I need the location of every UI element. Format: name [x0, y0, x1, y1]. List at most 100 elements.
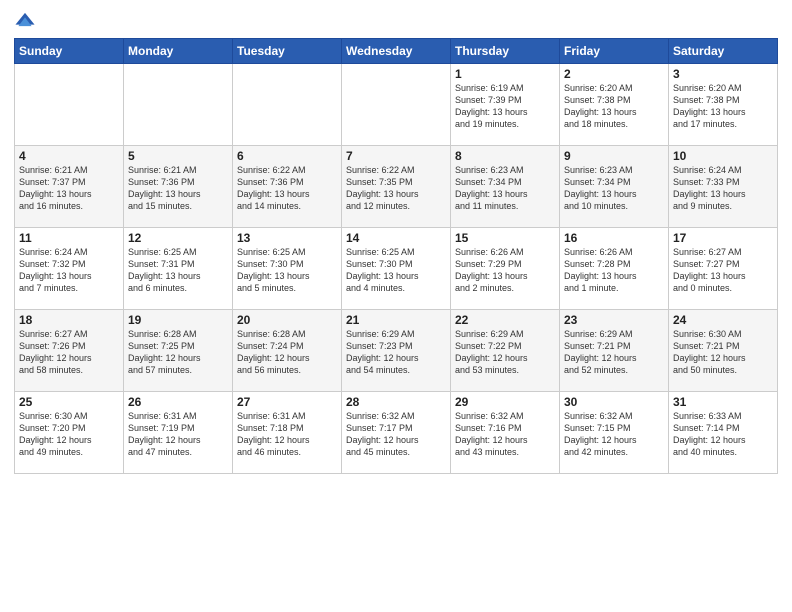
weekday-header-tuesday: Tuesday — [233, 39, 342, 64]
day-cell: 27Sunrise: 6:31 AM Sunset: 7:18 PM Dayli… — [233, 392, 342, 474]
day-cell — [233, 64, 342, 146]
week-row-3: 11Sunrise: 6:24 AM Sunset: 7:32 PM Dayli… — [15, 228, 778, 310]
day-cell: 3Sunrise: 6:20 AM Sunset: 7:38 PM Daylig… — [669, 64, 778, 146]
day-number: 9 — [564, 149, 664, 163]
day-cell: 25Sunrise: 6:30 AM Sunset: 7:20 PM Dayli… — [15, 392, 124, 474]
day-info: Sunrise: 6:24 AM Sunset: 7:32 PM Dayligh… — [19, 246, 119, 295]
day-info: Sunrise: 6:23 AM Sunset: 7:34 PM Dayligh… — [455, 164, 555, 213]
day-info: Sunrise: 6:29 AM Sunset: 7:21 PM Dayligh… — [564, 328, 664, 377]
day-number: 12 — [128, 231, 228, 245]
day-info: Sunrise: 6:22 AM Sunset: 7:36 PM Dayligh… — [237, 164, 337, 213]
day-info: Sunrise: 6:29 AM Sunset: 7:23 PM Dayligh… — [346, 328, 446, 377]
day-number: 8 — [455, 149, 555, 163]
day-cell: 24Sunrise: 6:30 AM Sunset: 7:21 PM Dayli… — [669, 310, 778, 392]
day-number: 23 — [564, 313, 664, 327]
day-number: 24 — [673, 313, 773, 327]
day-info: Sunrise: 6:32 AM Sunset: 7:17 PM Dayligh… — [346, 410, 446, 459]
calendar-table: SundayMondayTuesdayWednesdayThursdayFrid… — [14, 38, 778, 474]
day-cell: 1Sunrise: 6:19 AM Sunset: 7:39 PM Daylig… — [451, 64, 560, 146]
day-number: 5 — [128, 149, 228, 163]
day-info: Sunrise: 6:26 AM Sunset: 7:29 PM Dayligh… — [455, 246, 555, 295]
day-cell: 16Sunrise: 6:26 AM Sunset: 7:28 PM Dayli… — [560, 228, 669, 310]
day-cell: 18Sunrise: 6:27 AM Sunset: 7:26 PM Dayli… — [15, 310, 124, 392]
day-info: Sunrise: 6:27 AM Sunset: 7:26 PM Dayligh… — [19, 328, 119, 377]
day-number: 29 — [455, 395, 555, 409]
day-info: Sunrise: 6:21 AM Sunset: 7:37 PM Dayligh… — [19, 164, 119, 213]
day-number: 17 — [673, 231, 773, 245]
day-info: Sunrise: 6:30 AM Sunset: 7:20 PM Dayligh… — [19, 410, 119, 459]
day-cell: 15Sunrise: 6:26 AM Sunset: 7:29 PM Dayli… — [451, 228, 560, 310]
day-info: Sunrise: 6:21 AM Sunset: 7:36 PM Dayligh… — [128, 164, 228, 213]
day-cell: 7Sunrise: 6:22 AM Sunset: 7:35 PM Daylig… — [342, 146, 451, 228]
day-number: 7 — [346, 149, 446, 163]
day-cell: 10Sunrise: 6:24 AM Sunset: 7:33 PM Dayli… — [669, 146, 778, 228]
week-row-1: 1Sunrise: 6:19 AM Sunset: 7:39 PM Daylig… — [15, 64, 778, 146]
day-number: 10 — [673, 149, 773, 163]
day-info: Sunrise: 6:19 AM Sunset: 7:39 PM Dayligh… — [455, 82, 555, 131]
day-number: 30 — [564, 395, 664, 409]
day-cell: 22Sunrise: 6:29 AM Sunset: 7:22 PM Dayli… — [451, 310, 560, 392]
day-number: 4 — [19, 149, 119, 163]
day-cell: 12Sunrise: 6:25 AM Sunset: 7:31 PM Dayli… — [124, 228, 233, 310]
day-number: 15 — [455, 231, 555, 245]
day-number: 31 — [673, 395, 773, 409]
day-info: Sunrise: 6:20 AM Sunset: 7:38 PM Dayligh… — [673, 82, 773, 131]
day-cell: 2Sunrise: 6:20 AM Sunset: 7:38 PM Daylig… — [560, 64, 669, 146]
day-info: Sunrise: 6:24 AM Sunset: 7:33 PM Dayligh… — [673, 164, 773, 213]
day-info: Sunrise: 6:28 AM Sunset: 7:25 PM Dayligh… — [128, 328, 228, 377]
day-info: Sunrise: 6:23 AM Sunset: 7:34 PM Dayligh… — [564, 164, 664, 213]
day-cell: 17Sunrise: 6:27 AM Sunset: 7:27 PM Dayli… — [669, 228, 778, 310]
day-info: Sunrise: 6:33 AM Sunset: 7:14 PM Dayligh… — [673, 410, 773, 459]
top-area — [14, 10, 778, 32]
day-cell: 21Sunrise: 6:29 AM Sunset: 7:23 PM Dayli… — [342, 310, 451, 392]
day-info: Sunrise: 6:26 AM Sunset: 7:28 PM Dayligh… — [564, 246, 664, 295]
day-cell — [124, 64, 233, 146]
day-cell: 4Sunrise: 6:21 AM Sunset: 7:37 PM Daylig… — [15, 146, 124, 228]
day-cell — [15, 64, 124, 146]
weekday-header-monday: Monday — [124, 39, 233, 64]
day-number: 3 — [673, 67, 773, 81]
day-cell: 19Sunrise: 6:28 AM Sunset: 7:25 PM Dayli… — [124, 310, 233, 392]
day-info: Sunrise: 6:25 AM Sunset: 7:30 PM Dayligh… — [237, 246, 337, 295]
day-info: Sunrise: 6:22 AM Sunset: 7:35 PM Dayligh… — [346, 164, 446, 213]
day-info: Sunrise: 6:29 AM Sunset: 7:22 PM Dayligh… — [455, 328, 555, 377]
week-row-5: 25Sunrise: 6:30 AM Sunset: 7:20 PM Dayli… — [15, 392, 778, 474]
weekday-header-wednesday: Wednesday — [342, 39, 451, 64]
day-cell: 11Sunrise: 6:24 AM Sunset: 7:32 PM Dayli… — [15, 228, 124, 310]
day-cell: 20Sunrise: 6:28 AM Sunset: 7:24 PM Dayli… — [233, 310, 342, 392]
day-cell: 31Sunrise: 6:33 AM Sunset: 7:14 PM Dayli… — [669, 392, 778, 474]
day-info: Sunrise: 6:27 AM Sunset: 7:27 PM Dayligh… — [673, 246, 773, 295]
day-number: 28 — [346, 395, 446, 409]
day-cell: 28Sunrise: 6:32 AM Sunset: 7:17 PM Dayli… — [342, 392, 451, 474]
day-info: Sunrise: 6:25 AM Sunset: 7:30 PM Dayligh… — [346, 246, 446, 295]
day-number: 6 — [237, 149, 337, 163]
day-number: 11 — [19, 231, 119, 245]
day-number: 16 — [564, 231, 664, 245]
day-info: Sunrise: 6:32 AM Sunset: 7:15 PM Dayligh… — [564, 410, 664, 459]
day-number: 14 — [346, 231, 446, 245]
day-number: 2 — [564, 67, 664, 81]
day-cell: 8Sunrise: 6:23 AM Sunset: 7:34 PM Daylig… — [451, 146, 560, 228]
day-number: 26 — [128, 395, 228, 409]
day-cell: 23Sunrise: 6:29 AM Sunset: 7:21 PM Dayli… — [560, 310, 669, 392]
day-number: 1 — [455, 67, 555, 81]
day-info: Sunrise: 6:31 AM Sunset: 7:19 PM Dayligh… — [128, 410, 228, 459]
day-cell: 30Sunrise: 6:32 AM Sunset: 7:15 PM Dayli… — [560, 392, 669, 474]
day-cell: 29Sunrise: 6:32 AM Sunset: 7:16 PM Dayli… — [451, 392, 560, 474]
day-number: 25 — [19, 395, 119, 409]
day-number: 19 — [128, 313, 228, 327]
logo — [14, 10, 40, 32]
page: SundayMondayTuesdayWednesdayThursdayFrid… — [0, 0, 792, 612]
day-info: Sunrise: 6:28 AM Sunset: 7:24 PM Dayligh… — [237, 328, 337, 377]
weekday-header-row: SundayMondayTuesdayWednesdayThursdayFrid… — [15, 39, 778, 64]
day-number: 20 — [237, 313, 337, 327]
day-number: 22 — [455, 313, 555, 327]
day-info: Sunrise: 6:25 AM Sunset: 7:31 PM Dayligh… — [128, 246, 228, 295]
day-info: Sunrise: 6:30 AM Sunset: 7:21 PM Dayligh… — [673, 328, 773, 377]
weekday-header-thursday: Thursday — [451, 39, 560, 64]
day-number: 13 — [237, 231, 337, 245]
day-cell — [342, 64, 451, 146]
day-cell: 9Sunrise: 6:23 AM Sunset: 7:34 PM Daylig… — [560, 146, 669, 228]
day-info: Sunrise: 6:20 AM Sunset: 7:38 PM Dayligh… — [564, 82, 664, 131]
day-info: Sunrise: 6:31 AM Sunset: 7:18 PM Dayligh… — [237, 410, 337, 459]
